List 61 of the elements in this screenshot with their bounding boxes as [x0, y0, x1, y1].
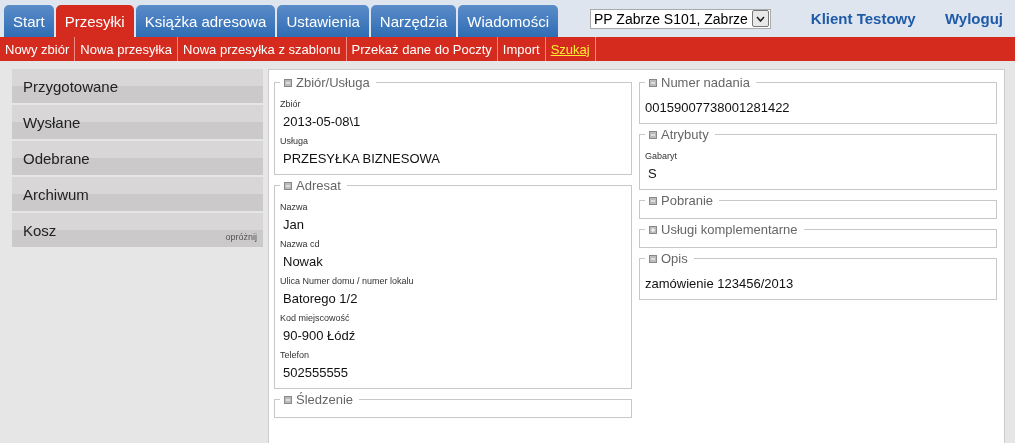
subnav-link[interactable]: Szukaj — [545, 37, 596, 61]
empty-link[interactable]: opróżnij — [225, 232, 257, 242]
collapse-icon[interactable] — [649, 130, 657, 139]
section-title: Pobranie — [661, 193, 714, 208]
expand-icon[interactable] — [649, 225, 657, 234]
section-title: Adresat — [296, 178, 341, 193]
sidebar-item[interactable]: Przygotowane — [12, 69, 263, 103]
logout-link[interactable]: Wyloguj — [944, 10, 1003, 27]
sidebar-label: Kosz — [23, 221, 57, 239]
sidebar-label: Wysłane — [23, 113, 81, 131]
subnav-link[interactable]: Import — [497, 37, 546, 61]
section-title: Numer nadania — [661, 75, 750, 90]
field-label: Usługa — [280, 136, 309, 146]
collapse-icon[interactable] — [284, 181, 292, 190]
sidebar-label: Odebrane — [23, 149, 90, 167]
office-select[interactable]: PP Zabrze S101, Zabrze — [590, 8, 771, 29]
field-value: 00159007738001281422 — [645, 100, 791, 115]
field-value: Nowak — [283, 254, 324, 269]
nav-tab[interactable]: Przesyłki — [55, 5, 134, 37]
subnav-link[interactable]: Nowy zbiór — [0, 37, 76, 61]
section-title: Opis — [661, 251, 688, 266]
field-value: Batorego 1/2 — [283, 291, 359, 306]
section-title: Zbiór/Usługa — [296, 75, 370, 90]
field-value: PRZESYŁKA BIZNESOWA — [283, 151, 441, 166]
collapse-icon[interactable] — [649, 78, 657, 87]
sidebar-item[interactable]: Odebrane — [12, 141, 263, 175]
sidebar-item[interactable]: Archiwum — [12, 177, 263, 211]
subnav-link[interactable]: Nowa przesyłka — [75, 37, 179, 61]
field-value: S — [648, 166, 658, 181]
field-label: Kod miejscowość — [280, 313, 351, 323]
collapse-icon[interactable] — [649, 254, 657, 263]
field-value: 90-900 Łódź — [283, 328, 357, 343]
nav-tab[interactable]: Start — [4, 5, 54, 37]
nav-tab[interactable]: Narzędzia — [370, 5, 457, 37]
sidebar-item[interactable]: Wysłane — [12, 105, 263, 139]
field-label: Zbiór — [280, 99, 302, 109]
sidebar-label: Przygotowane — [23, 77, 119, 95]
nav-tab[interactable]: Ustawienia — [277, 5, 369, 37]
section-title: Atrybuty — [661, 127, 709, 142]
field-label: Nazwa — [280, 202, 309, 212]
field-label: Gabaryt — [645, 151, 678, 161]
user-link[interactable]: Klient Testowy — [810, 10, 916, 27]
nav-tab[interactable]: Wiadomości — [458, 5, 559, 37]
field-value: 502555555 — [283, 365, 350, 380]
field-value: 2013-05-08\1 — [283, 114, 362, 129]
section-title: Śledzenie — [296, 392, 354, 407]
subnav-link[interactable]: Nowa przesyłka z szablonu — [178, 37, 347, 61]
section-title: Usługi komplementarne — [661, 222, 798, 237]
collapse-icon[interactable] — [649, 196, 657, 205]
sidebar-item[interactable]: Kosz opróżnij — [12, 213, 263, 247]
field-value: Jan — [283, 217, 305, 232]
field-value: zamówienie 123456/2013 — [645, 276, 795, 291]
nav-tab[interactable]: Książka adresowa — [135, 5, 276, 37]
field-label: Nazwa cd — [280, 239, 321, 249]
subnav-link[interactable]: Przekaż dane do Poczty — [346, 37, 498, 61]
field-label: Telefon — [280, 350, 311, 360]
field-label: Ulica Numer domu / numer lokalu — [280, 276, 415, 286]
sidebar-label: Archiwum — [23, 185, 89, 203]
collapse-icon[interactable] — [284, 395, 292, 404]
caret-icon — [755, 15, 765, 22]
collapse-icon[interactable] — [284, 78, 292, 87]
